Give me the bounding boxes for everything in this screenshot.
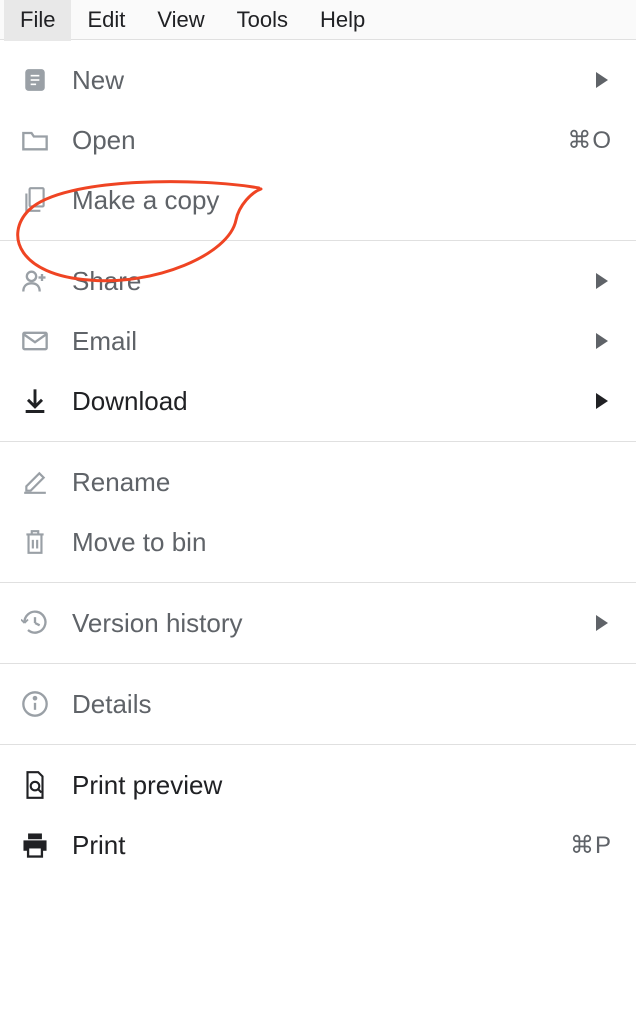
print-icon — [20, 830, 50, 860]
menu-group: Version history — [0, 583, 636, 664]
menu-group: Print preview Print ⌘P — [0, 745, 636, 885]
menu-group: New Open ⌘O Make a copy — [0, 40, 636, 241]
copy-icon — [20, 185, 50, 215]
menu-item-download[interactable]: Download — [0, 371, 636, 431]
menu-label: Print — [72, 830, 570, 861]
folder-icon — [20, 125, 50, 155]
menu-label: Make a copy — [72, 185, 616, 216]
menu-shortcut: ⌘O — [567, 126, 612, 155]
menu-shortcut: ⌘P — [570, 831, 612, 860]
menubar-help[interactable]: Help — [304, 0, 381, 41]
mail-icon — [20, 326, 50, 356]
file-menu-dropdown: New Open ⌘O Make a copy — [0, 40, 636, 885]
menu-item-new[interactable]: New — [0, 50, 636, 110]
history-icon — [20, 608, 50, 638]
menubar-view[interactable]: View — [141, 0, 220, 41]
submenu-arrow-icon — [596, 393, 608, 409]
menubar-tools[interactable]: Tools — [221, 0, 304, 41]
submenu-arrow-icon — [596, 72, 608, 88]
menu-group: Share Email Download — [0, 241, 636, 442]
menu-item-open[interactable]: Open ⌘O — [0, 110, 636, 170]
menubar: File Edit View Tools Help — [0, 0, 636, 40]
menu-item-rename[interactable]: Rename — [0, 452, 636, 512]
menu-item-email[interactable]: Email — [0, 311, 636, 371]
menu-label: Details — [72, 689, 616, 720]
print-preview-icon — [20, 770, 50, 800]
submenu-arrow-icon — [596, 273, 608, 289]
menubar-edit[interactable]: Edit — [71, 0, 141, 41]
doc-icon — [20, 65, 50, 95]
menu-item-print-preview[interactable]: Print preview — [0, 755, 636, 815]
info-icon — [20, 689, 50, 719]
menu-item-move-to-bin[interactable]: Move to bin — [0, 512, 636, 572]
pencil-icon — [20, 467, 50, 497]
menu-group: Details — [0, 664, 636, 745]
menu-label: Rename — [72, 467, 616, 498]
menu-item-details[interactable]: Details — [0, 674, 636, 734]
person-add-icon — [20, 266, 50, 296]
menu-item-make-a-copy[interactable]: Make a copy — [0, 170, 636, 230]
menu-item-version-history[interactable]: Version history — [0, 593, 636, 653]
menu-label: New — [72, 65, 596, 96]
menu-item-share[interactable]: Share — [0, 251, 636, 311]
submenu-arrow-icon — [596, 615, 608, 631]
menu-label: Email — [72, 326, 596, 357]
menu-item-print[interactable]: Print ⌘P — [0, 815, 636, 875]
submenu-arrow-icon — [596, 333, 608, 349]
trash-icon — [20, 527, 50, 557]
menu-group: Rename Move to bin — [0, 442, 636, 583]
menu-label: Version history — [72, 608, 596, 639]
menu-label: Print preview — [72, 770, 616, 801]
download-icon — [20, 386, 50, 416]
menu-label: Download — [72, 386, 596, 417]
menu-label: Share — [72, 266, 596, 297]
menu-label: Open — [72, 125, 567, 156]
menu-label: Move to bin — [72, 527, 616, 558]
menubar-file[interactable]: File — [4, 0, 71, 41]
